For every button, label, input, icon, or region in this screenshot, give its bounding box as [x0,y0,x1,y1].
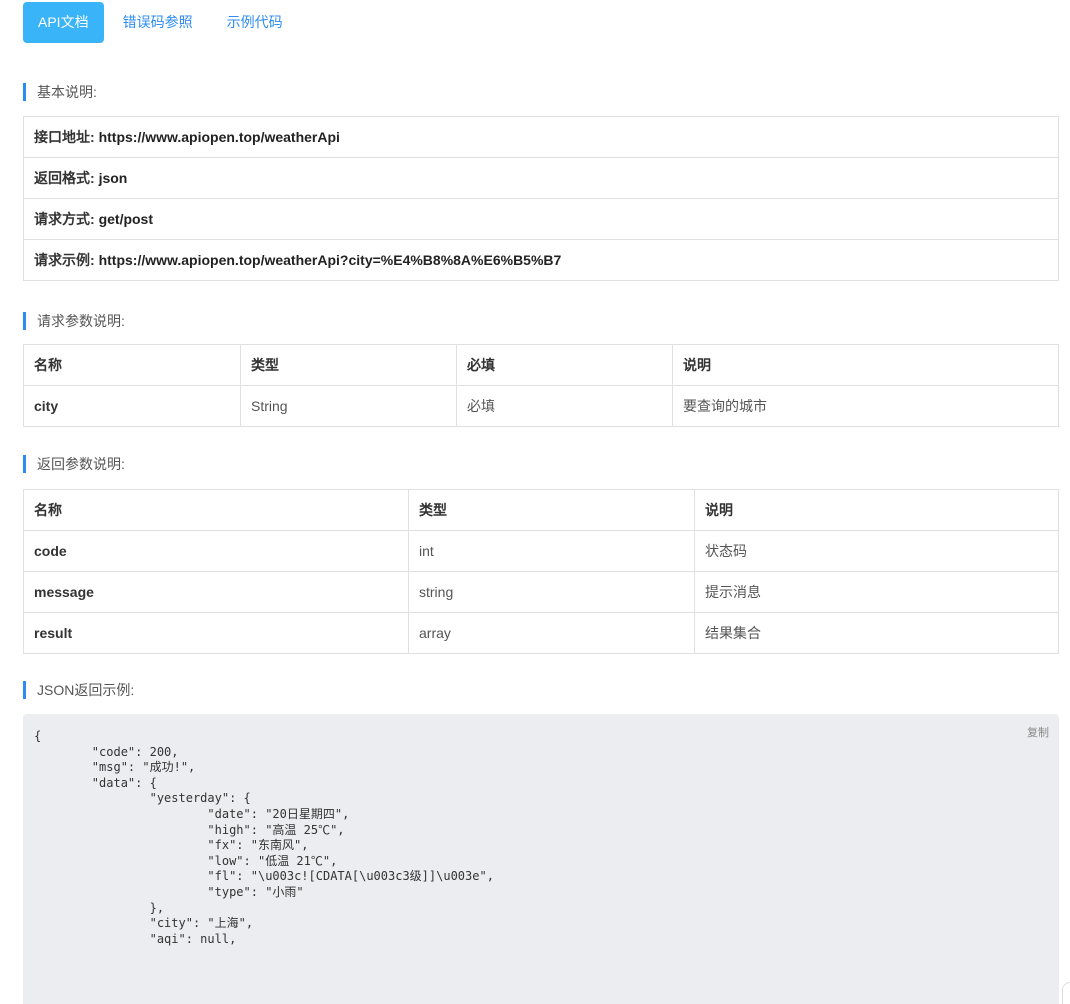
scrollbar-corner[interactable] [1062,982,1070,1004]
table-row: 返回格式: json [23,157,1059,199]
table-row: code int 状态码 [23,530,1059,572]
json-code-block: { "code": 200, "msg": "成功!", "data": { "… [23,714,1059,1004]
format-row: 返回格式: json [23,157,1059,199]
field-type: string [408,571,695,613]
column-header-name: 名称 [23,344,241,386]
response-params-table: 名称 类型 说明 code int 状态码 message string 提示消… [23,489,1059,654]
format-label: 返回格式: [34,170,95,186]
example-row: 请求示例: https://www.apiopen.top/weatherApi… [23,239,1059,281]
table-row: 请求示例: https://www.apiopen.top/weatherApi… [23,239,1059,281]
json-code-text: { "code": 200, "msg": "成功!", "data": { "… [34,729,494,946]
table-row: message string 提示消息 [23,571,1059,613]
endpoint-value: https://www.apiopen.top/weatherApi [98,129,340,145]
copy-button[interactable]: 复制 [1027,724,1049,740]
field-name: result [23,612,409,654]
method-row: 请求方式: get/post [23,198,1059,240]
column-header-type: 类型 [408,489,695,531]
request-params-table: 名称 类型 必填 说明 city String 必填 要查询的城市 [23,344,1059,427]
param-type: String [240,385,457,427]
field-type: int [408,530,695,572]
basic-info-table: 接口地址: https://www.apiopen.top/weatherApi… [23,116,1059,281]
table-header-row: 名称 类型 必填 说明 [23,344,1059,386]
table-row: 请求方式: get/post [23,198,1059,240]
field-description: 结果集合 [694,612,1059,654]
table-row: city String 必填 要查询的城市 [23,385,1059,427]
param-description: 要查询的城市 [672,385,1059,427]
column-header-name: 名称 [23,489,409,531]
column-header-description: 说明 [694,489,1059,531]
param-name: city [23,385,241,427]
example-value: https://www.apiopen.top/weatherApi?city=… [98,252,562,268]
field-name: message [23,571,409,613]
method-label: 请求方式: [34,211,95,227]
field-description: 提示消息 [694,571,1059,613]
endpoint-label: 接口地址: [34,129,95,145]
field-description: 状态码 [694,530,1059,572]
table-header-row: 名称 类型 说明 [23,489,1059,531]
column-header-type: 类型 [240,344,457,386]
endpoint-row: 接口地址: https://www.apiopen.top/weatherApi [23,116,1059,158]
column-header-description: 说明 [672,344,1059,386]
section-title-request-params: 请求参数说明: [23,312,125,330]
tab-api-docs[interactable]: API文档 [23,2,104,43]
tab-error-codes[interactable]: 错误码参照 [108,2,208,43]
column-header-required: 必填 [456,344,673,386]
field-name: code [23,530,409,572]
doc-tabs: API文档 错误码参照 示例代码 [23,2,302,43]
section-title-response-params: 返回参数说明: [23,455,125,473]
tab-sample-code[interactable]: 示例代码 [212,2,298,43]
table-row: result array 结果集合 [23,612,1059,654]
field-type: array [408,612,695,654]
section-title-basic: 基本说明: [23,83,97,101]
param-required: 必填 [456,385,673,427]
table-row: 接口地址: https://www.apiopen.top/weatherApi [23,116,1059,158]
format-value: json [98,170,128,186]
section-title-json-example: JSON返回示例: [23,681,134,699]
example-label: 请求示例: [34,252,95,268]
method-value: get/post [98,211,154,227]
